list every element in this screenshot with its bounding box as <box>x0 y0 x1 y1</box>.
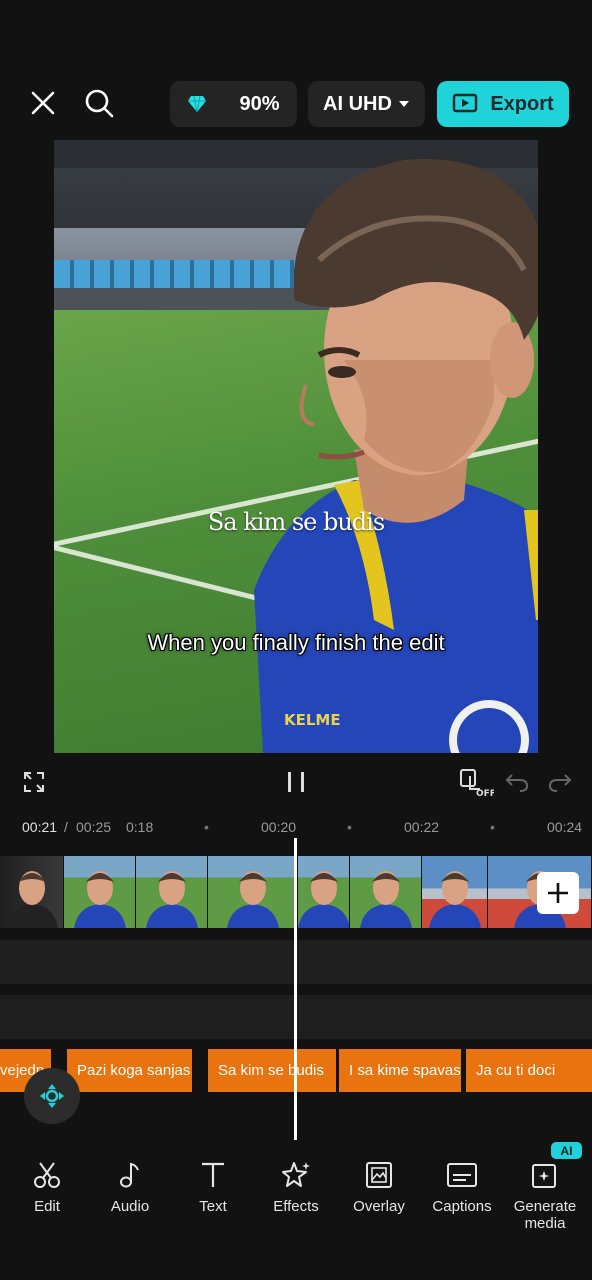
fullscreen-icon[interactable] <box>18 766 50 798</box>
overlay-image-icon <box>362 1158 396 1192</box>
tick-dot: • <box>490 819 495 835</box>
tick-label: 00:22 <box>404 819 440 835</box>
clip-thumbnail[interactable] <box>298 856 350 928</box>
ai-badge: AI <box>551 1142 582 1159</box>
generate-media-icon <box>528 1158 562 1192</box>
jersey-brand: KELME <box>284 711 341 729</box>
clip-thumbnail[interactable] <box>0 856 64 928</box>
overlay-text-sa-kim[interactable]: Sa kim se budis <box>0 508 592 536</box>
tool-label: Edit <box>34 1198 60 1215</box>
diamond-icon <box>187 95 207 113</box>
text-icon <box>196 1158 230 1192</box>
tick-label: 00:24 <box>547 819 583 835</box>
sparkle-star-icon <box>279 1158 313 1192</box>
text-clip[interactable]: Pazi koga sanjas <box>67 1049 192 1092</box>
close-icon[interactable] <box>24 84 62 122</box>
time-ruler[interactable]: 00:21 / 00:25 0:18 • 00:20 • 00:22 • 00:… <box>0 816 592 838</box>
duplicate-off-icon[interactable]: OFF <box>456 766 496 798</box>
redo-icon[interactable] <box>544 766 576 798</box>
scissors-icon <box>30 1158 64 1192</box>
tool-label: Generate media <box>513 1198 577 1232</box>
home-indicator <box>196 1262 396 1268</box>
tool-overlay[interactable]: Overlay <box>337 1150 421 1215</box>
bottom-toolbar: Edit Audio Text Effects Overlay Captions… <box>0 1150 592 1250</box>
text-clip[interactable]: Sa kim se budis <box>208 1049 336 1092</box>
add-clip-button[interactable] <box>537 872 579 914</box>
keyframe-button[interactable] <box>24 1068 80 1124</box>
video-editor-screen: 90% AI UHD Export KELME Sa kim se budis … <box>0 0 592 1280</box>
quality-dropdown[interactable]: AI UHD <box>308 81 425 127</box>
credits-value: 90% <box>239 92 280 115</box>
text-clip[interactable]: Ja cu ti doci <box>466 1049 592 1092</box>
duplicate-state: OFF <box>476 789 494 797</box>
total-time: 00:25 <box>76 819 112 835</box>
tick-label: 0:18 <box>126 819 154 835</box>
export-icon <box>452 93 478 115</box>
tool-label: Text <box>199 1198 227 1215</box>
tool-audio[interactable]: Audio <box>88 1150 172 1215</box>
plus-icon <box>546 881 570 905</box>
export-button[interactable]: Export <box>437 81 569 127</box>
tick-label: 00:20 <box>261 819 297 835</box>
tool-effects[interactable]: Effects <box>254 1150 338 1215</box>
playhead[interactable] <box>294 838 297 1140</box>
tick-dot: • <box>347 819 352 835</box>
tool-label: Captions <box>432 1198 492 1215</box>
tool-text[interactable]: Text <box>171 1150 255 1215</box>
search-icon[interactable] <box>80 84 118 122</box>
tick-dot: • <box>204 819 209 835</box>
quality-label: AI UHD <box>323 92 392 115</box>
current-time: 00:21 <box>22 819 58 835</box>
clip-thumbnail[interactable] <box>208 856 298 928</box>
clip-thumbnail[interactable] <box>422 856 488 928</box>
time-separator: / <box>64 819 68 835</box>
undo-icon[interactable] <box>501 766 533 798</box>
caret-down-icon <box>398 100 410 108</box>
text-clip[interactable]: I sa kime spavas <box>339 1049 461 1092</box>
tool-label: Effects <box>273 1198 319 1215</box>
pause-icon[interactable] <box>280 766 312 798</box>
clip-thumbnail[interactable] <box>136 856 208 928</box>
video-preview[interactable]: KELME <box>54 140 538 753</box>
move-arrows-icon <box>38 1082 66 1110</box>
captions-icon <box>445 1158 479 1192</box>
tool-generate-media[interactable]: Generate media <box>503 1150 587 1232</box>
credits-pill[interactable]: 90% <box>170 81 297 127</box>
export-label: Export <box>490 92 554 115</box>
tool-captions[interactable]: Captions <box>420 1150 504 1215</box>
tool-edit[interactable]: Edit <box>5 1150 89 1215</box>
clip-thumbnail[interactable] <box>64 856 136 928</box>
tool-label: Overlay <box>353 1198 405 1215</box>
tool-label: Audio <box>110 1198 150 1215</box>
music-note-icon <box>113 1158 147 1192</box>
clip-thumbnail[interactable] <box>350 856 422 928</box>
player-figure: KELME <box>254 159 538 753</box>
caption-text[interactable]: When you finally finish the edit <box>146 628 446 658</box>
